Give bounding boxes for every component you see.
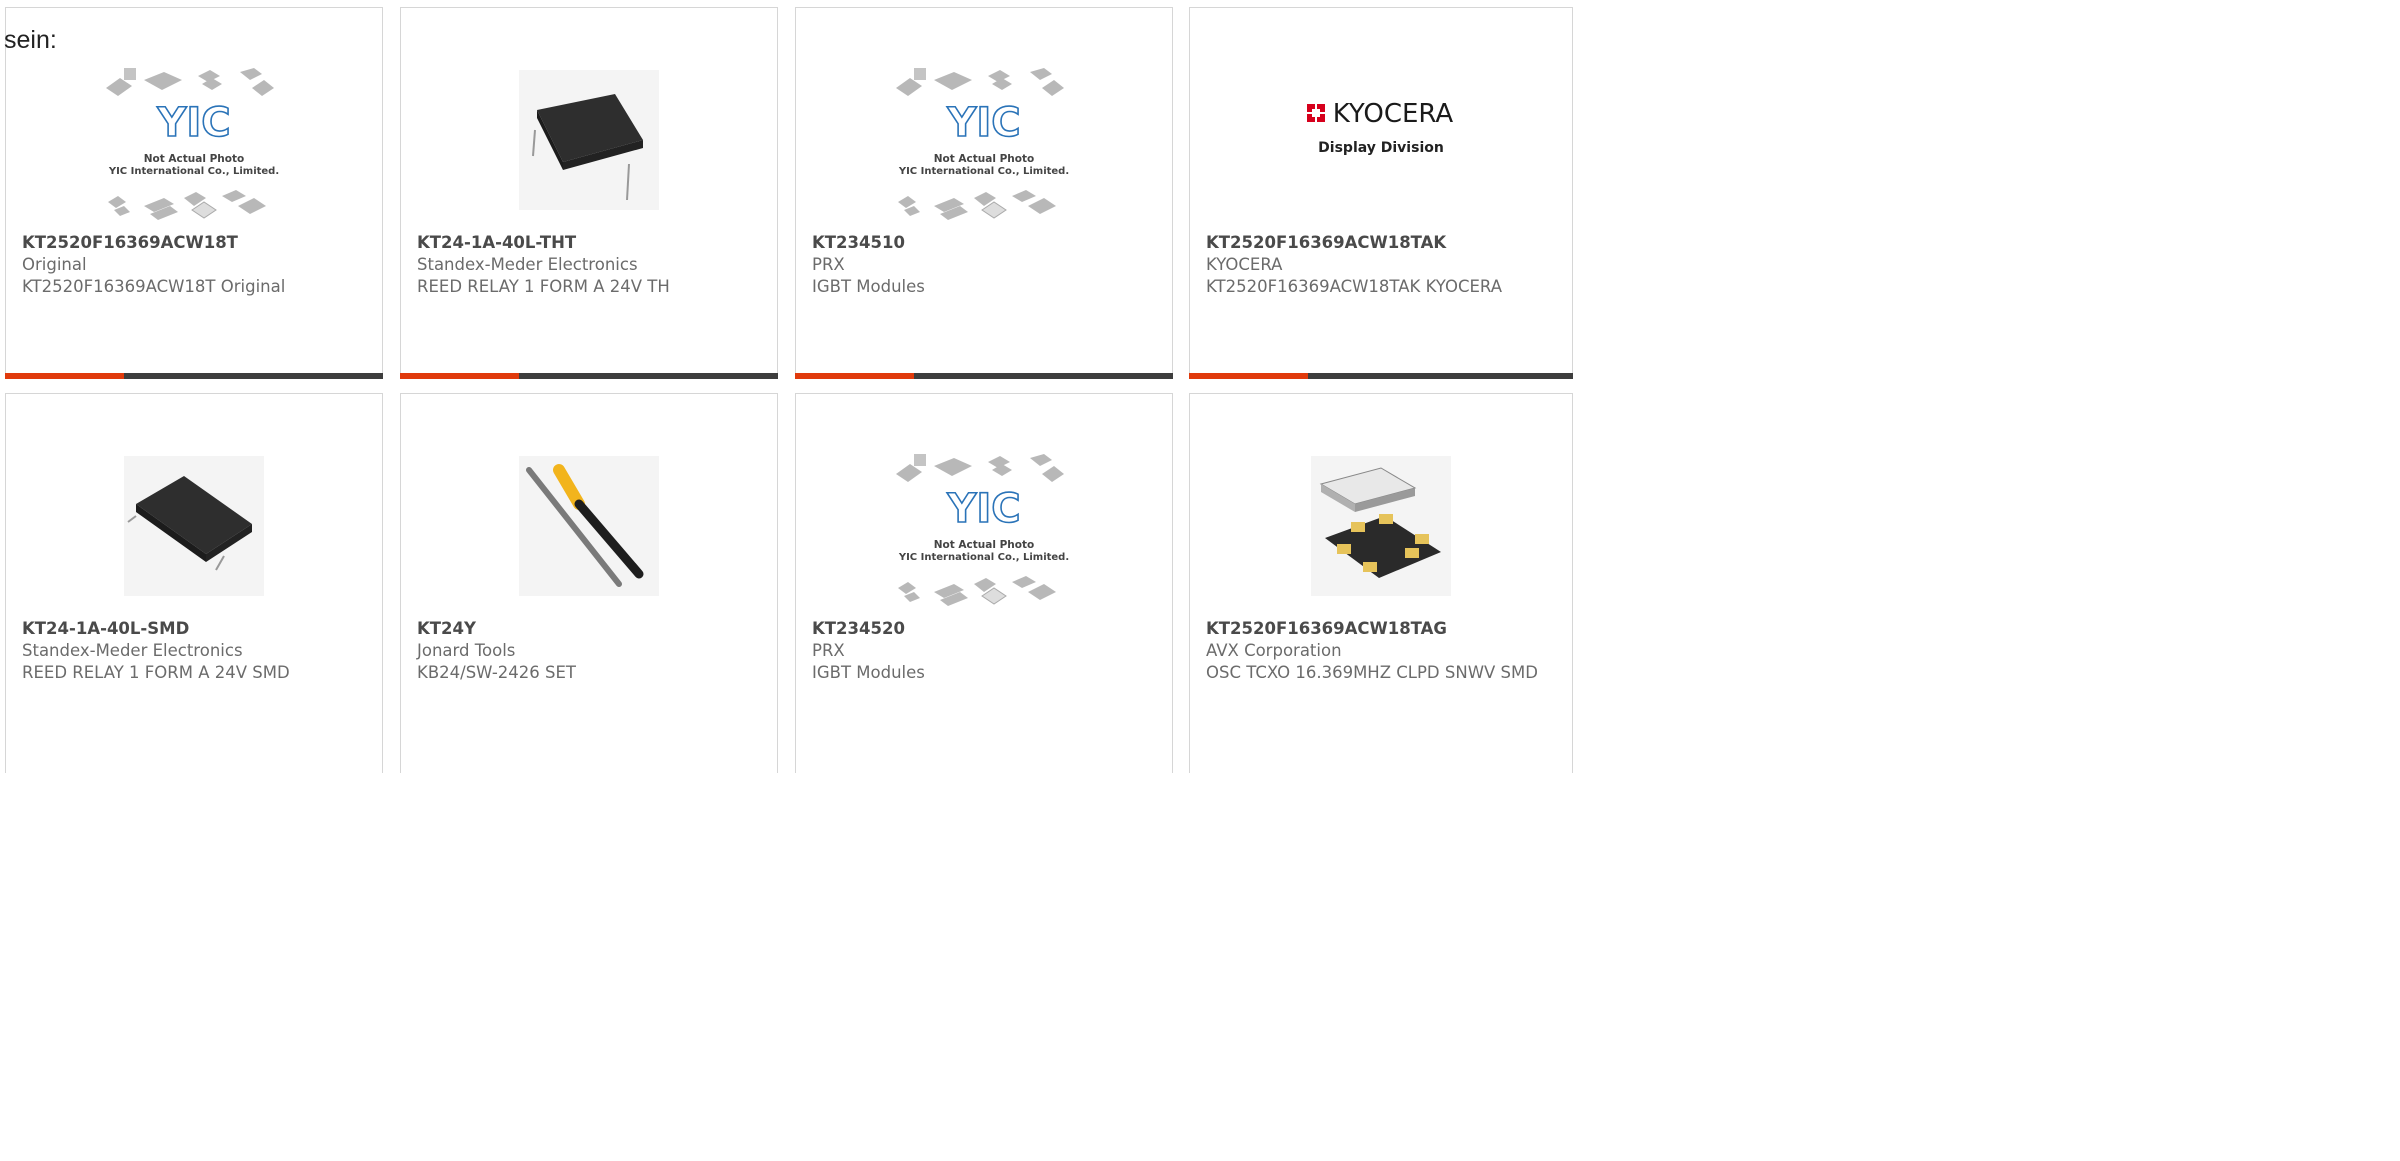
part-number[interactable]: KT234510 xyxy=(812,232,1160,254)
part-number[interactable]: KT2520F16369ACW18TAK xyxy=(1206,232,1560,254)
manufacturer: AVX Corporation xyxy=(1206,641,1342,660)
card-accent-bar xyxy=(1189,373,1573,379)
product-card[interactable]: KT2520F16369ACW18TAG AVX Corporation OSC… xyxy=(1189,393,1573,773)
description: REED RELAY 1 FORM A 24V TH xyxy=(417,277,670,296)
svg-text:YIC International Co., Limited: YIC International Co., Limited. xyxy=(898,552,1069,563)
yic-placeholder-icon: YIC Not Actual Photo YIC International C… xyxy=(896,454,1069,606)
description: KT2520F16369ACW18T Original xyxy=(22,277,286,296)
product-image-placeholder[interactable]: YIC Not Actual Photo YIC International C… xyxy=(884,436,1084,616)
manufacturer: PRX xyxy=(812,641,845,660)
svg-text:KYOCERA: KYOCERA xyxy=(1333,99,1454,129)
description: REED RELAY 1 FORM A 24V SMD xyxy=(22,663,290,682)
card-accent-bar xyxy=(5,373,383,379)
description: KT2520F16369ACW18TAK KYOCERA xyxy=(1206,277,1502,296)
product-image[interactable] xyxy=(94,436,294,616)
product-image[interactable] xyxy=(489,50,689,230)
svg-text:Not Actual Photo: Not Actual Photo xyxy=(934,539,1034,551)
svg-text:Not Actual Photo: Not Actual Photo xyxy=(144,153,244,165)
product-card[interactable]: KT24-1A-40L-THT Standex-Meder Electronic… xyxy=(400,7,778,379)
description: OSC TCXO 16.369MHZ CLPD SNWV SMD xyxy=(1206,663,1538,682)
part-number[interactable]: KT2520F16369ACW18T xyxy=(22,232,370,254)
reed-relay-smd-icon xyxy=(124,456,264,596)
product-card[interactable]: KT24Y Jonard Tools KB24/SW-2426 SET xyxy=(400,393,778,773)
svg-text:Display Division: Display Division xyxy=(1318,140,1444,156)
product-image[interactable] xyxy=(1281,436,1481,616)
svg-text:YIC International Co., Limited: YIC International Co., Limited. xyxy=(898,166,1069,177)
part-number[interactable]: KT24Y xyxy=(417,618,765,640)
manufacturer: Standex-Meder Electronics xyxy=(417,255,638,274)
kyocera-logo-icon: KYOCERA Display Division xyxy=(1307,99,1454,156)
manufacturer: PRX xyxy=(812,255,845,274)
product-image[interactable]: KYOCERA Display Division xyxy=(1281,50,1481,230)
description: IGBT Modules xyxy=(812,663,925,682)
svg-text:Not Actual Photo: Not Actual Photo xyxy=(934,153,1034,165)
product-image[interactable] xyxy=(489,436,689,616)
reed-relay-icon xyxy=(519,70,659,210)
manufacturer: Original xyxy=(22,255,87,274)
svg-text:YIC: YIC xyxy=(156,100,230,146)
description: KB24/SW-2426 SET xyxy=(417,663,576,682)
product-card[interactable]: KYOCERA Display Division KT2520F16369ACW… xyxy=(1189,7,1573,379)
svg-text:YIC International Co., Limited: YIC International Co., Limited. xyxy=(108,166,279,177)
product-image-placeholder[interactable]: YIC Not Actual Photo YIC International C… xyxy=(884,50,1084,230)
manufacturer: Jonard Tools xyxy=(417,641,516,660)
product-card[interactable]: YIC Not Actual Photo YIC International C… xyxy=(795,7,1173,379)
yic-placeholder-icon: YIC Not Actual Photo YIC International C… xyxy=(106,68,279,220)
product-image-placeholder[interactable]: YIC Not Actual Photo YIC International C… xyxy=(94,50,294,230)
description: IGBT Modules xyxy=(812,277,925,296)
yic-placeholder-icon: YIC Not Actual Photo YIC International C… xyxy=(896,68,1069,220)
tool-set-icon xyxy=(519,456,659,596)
part-number[interactable]: KT2520F16369ACW18TAG xyxy=(1206,618,1560,640)
product-card[interactable]: YIC Not Actual Photo YIC International C… xyxy=(5,7,383,379)
manufacturer: KYOCERA xyxy=(1206,255,1283,274)
part-number[interactable]: KT24-1A-40L-SMD xyxy=(22,618,370,640)
svg-text:YIC: YIC xyxy=(946,100,1020,146)
oscillator-smd-icon xyxy=(1311,456,1451,596)
intro-text: sein: xyxy=(4,26,57,54)
manufacturer: Standex-Meder Electronics xyxy=(22,641,243,660)
card-accent-bar xyxy=(400,373,778,379)
product-card[interactable]: KT24-1A-40L-SMD Standex-Meder Electronic… xyxy=(5,393,383,773)
svg-text:YIC: YIC xyxy=(946,486,1020,532)
part-number[interactable]: KT234520 xyxy=(812,618,1160,640)
part-number[interactable]: KT24-1A-40L-THT xyxy=(417,232,765,254)
card-accent-bar xyxy=(795,373,1173,379)
product-card[interactable]: YIC Not Actual Photo YIC International C… xyxy=(795,393,1173,773)
